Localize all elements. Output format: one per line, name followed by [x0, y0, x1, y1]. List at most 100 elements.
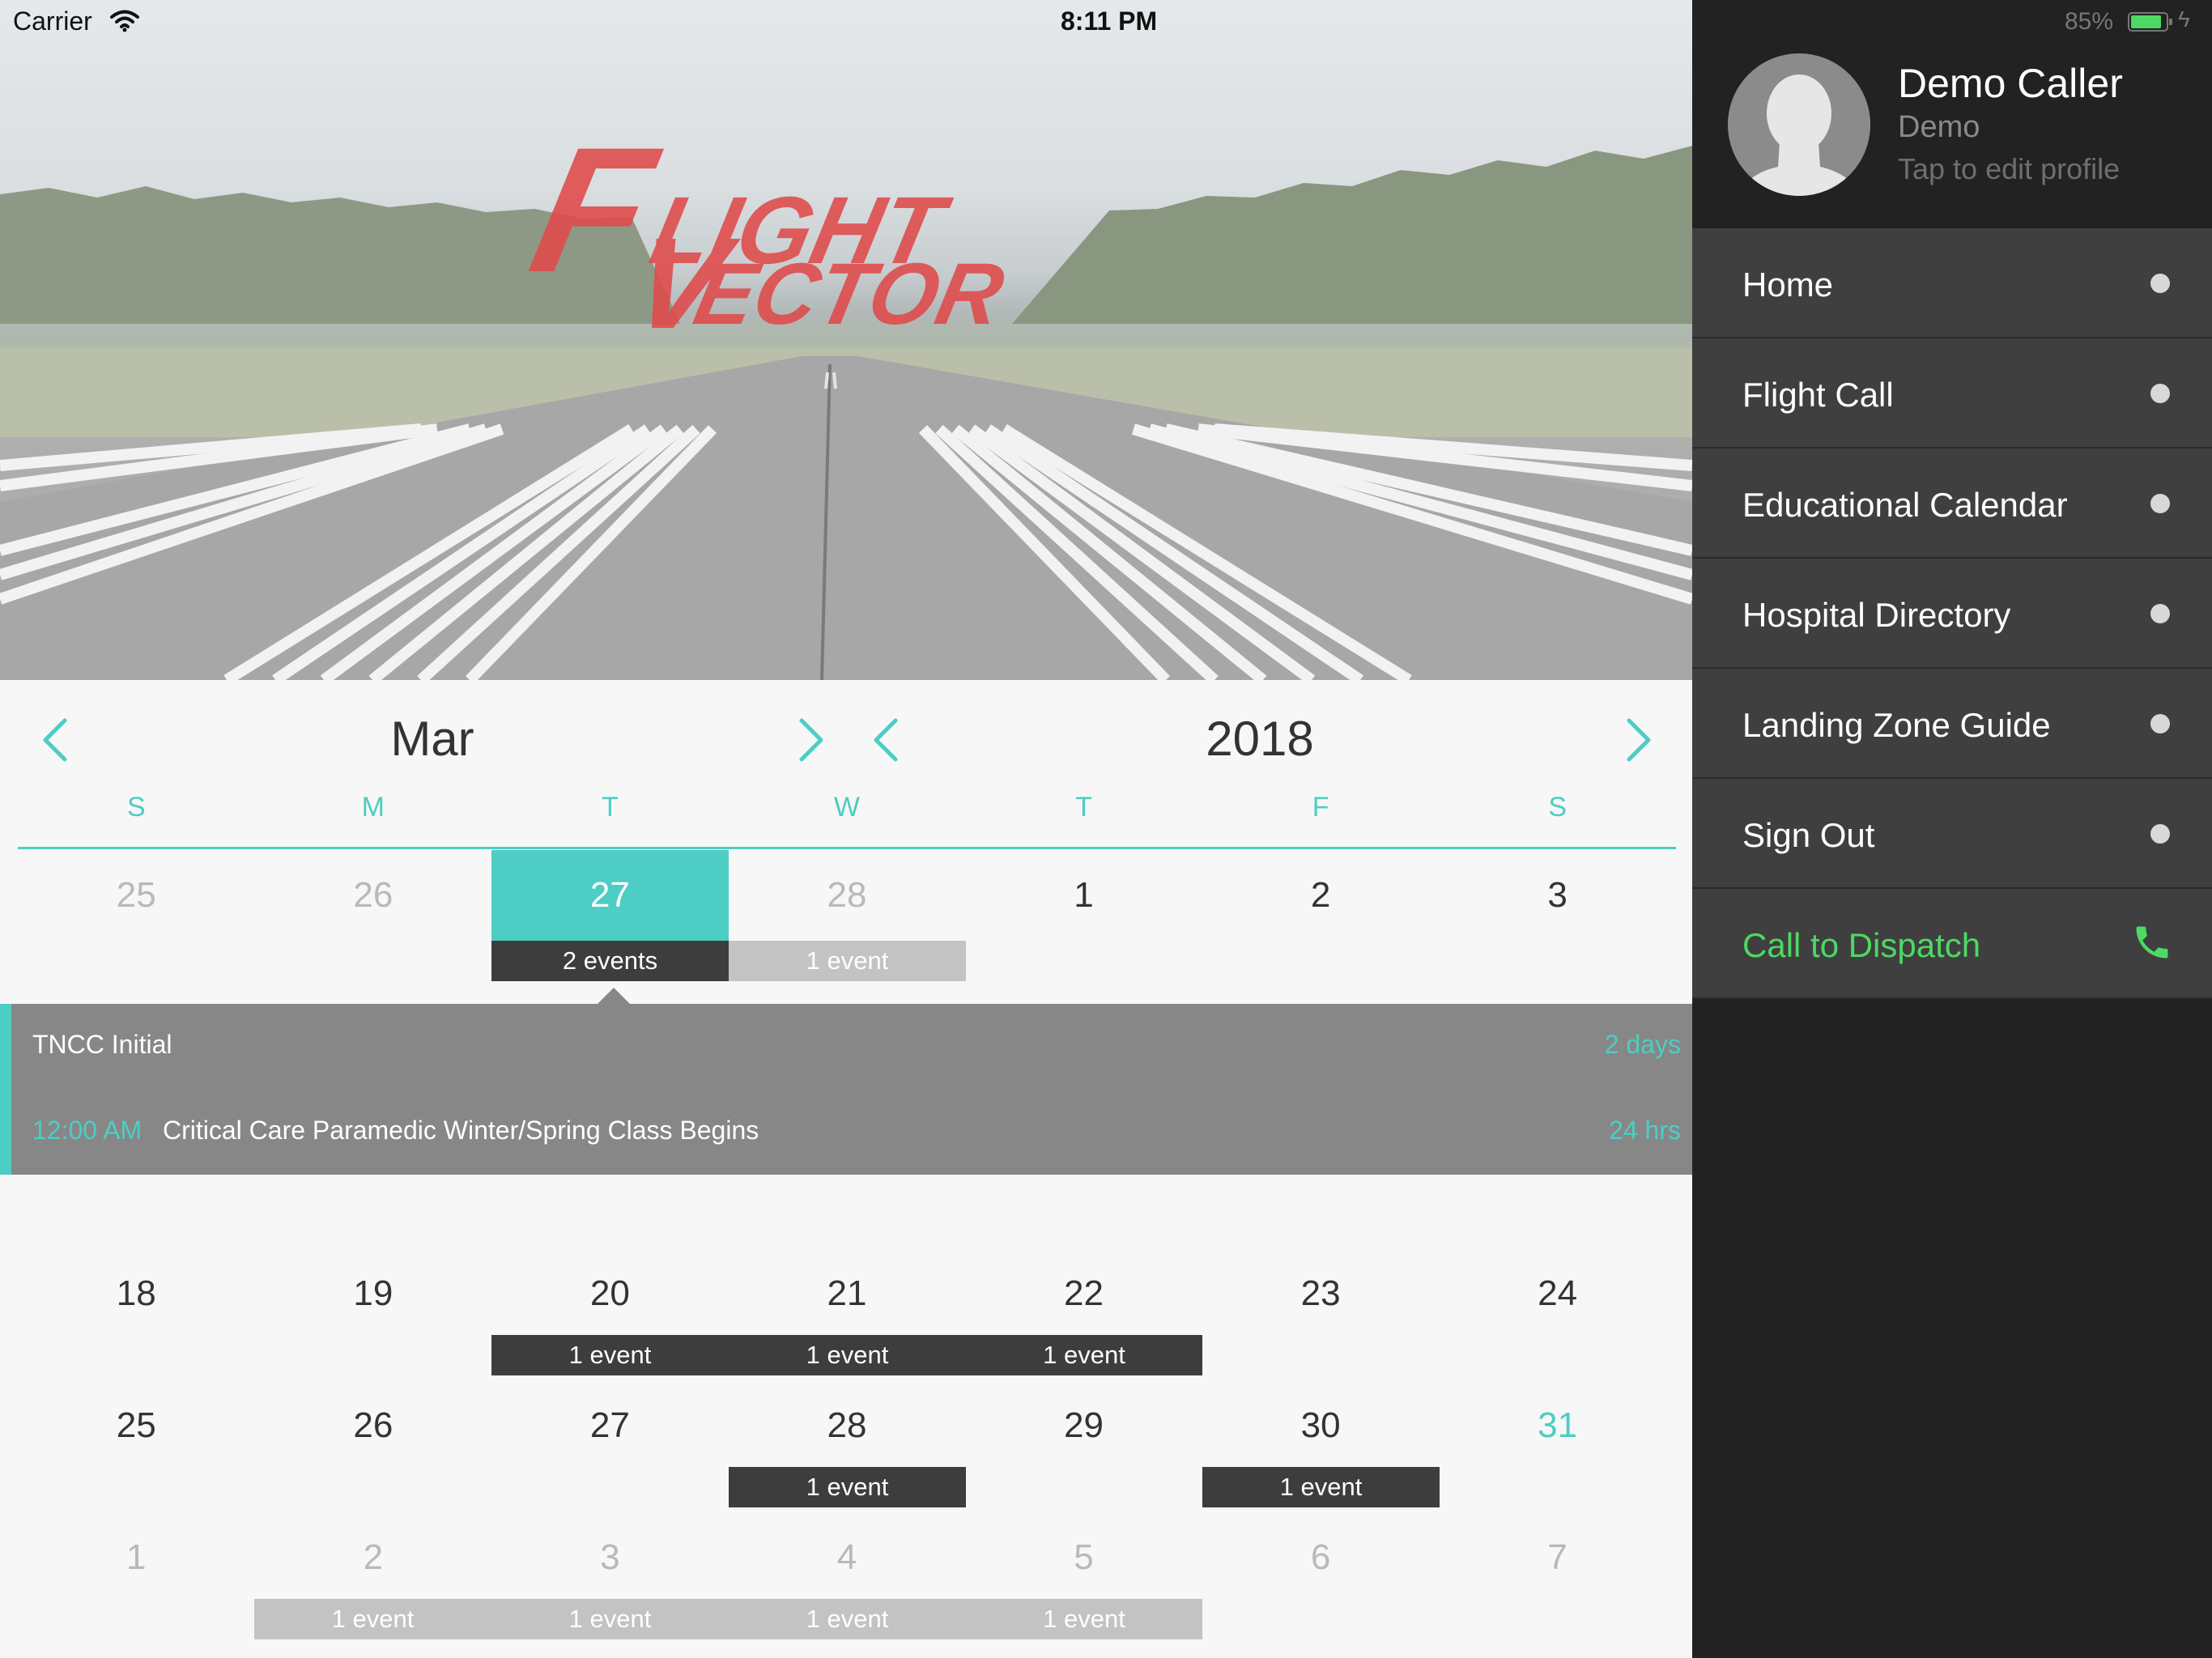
avatar	[1728, 53, 1870, 196]
event-item[interactable]: 12:00 AM Critical Care Paramedic Winter/…	[11, 1090, 1692, 1171]
menu-item-hospital-directory[interactable]: Hospital Directory	[1692, 559, 2212, 669]
calendar-day[interactable]: 1	[965, 850, 1202, 941]
event-count-badge[interactable]: 1 event	[729, 1335, 966, 1375]
edit-profile-hint: Tap to edit profile	[1898, 152, 2121, 185]
calendar-day[interactable]: 22	[965, 1261, 1202, 1334]
event-count-badge[interactable]: 1 event	[729, 1467, 966, 1507]
calendar-day[interactable]: 26	[255, 1393, 492, 1466]
event-count-badge[interactable]: 1 event	[966, 1599, 1202, 1639]
event-duration: 24 hrs	[1609, 1116, 1681, 1145]
event-duration: 2 days	[1604, 1030, 1681, 1059]
phone-icon	[2131, 921, 2173, 967]
battery-level-fill	[2131, 15, 2161, 28]
calendar-day[interactable]: 7	[1439, 1525, 1676, 1598]
calendar-day[interactable]: 29	[965, 1393, 1202, 1466]
calendar-day[interactable]: 24	[1439, 1261, 1676, 1334]
wifi-icon	[110, 10, 139, 36]
weekday-header: S M T W T F S	[18, 792, 1676, 831]
calendar-day[interactable]: 21	[729, 1261, 966, 1334]
chevron-left-icon	[43, 718, 67, 762]
event-count-badge[interactable]: 1 event	[491, 1335, 729, 1375]
event-count-badge[interactable]: 1 event	[491, 1599, 729, 1639]
calendar-day[interactable]: 1	[18, 1525, 255, 1598]
clock-label: 8:11 PM	[1061, 6, 1158, 36]
chevron-left-icon	[874, 718, 898, 762]
menu-item-label: Sign Out	[1742, 816, 1875, 854]
weekday-label: W	[833, 792, 861, 823]
calendar-day[interactable]: 30	[1202, 1393, 1440, 1466]
calendar-day[interactable]: 28	[729, 1393, 966, 1466]
calendar-week-2: 18 19 20 21 22 23 24	[18, 1261, 1676, 1334]
calendar-day[interactable]: 3	[1439, 850, 1676, 941]
event-list-panel: TNCC Initial 2 days 12:00 AM Critical Ca…	[0, 1004, 1692, 1175]
battery-percent: 85%	[2065, 8, 2114, 35]
event-count-badge[interactable]: 1 event	[729, 941, 966, 981]
weekday-label: M	[361, 792, 385, 823]
side-menu: Demo Caller Demo Tap to edit profile Hom…	[1692, 0, 2212, 1658]
event-count-badge[interactable]: 1 event	[729, 1599, 966, 1639]
calendar-day[interactable]: 19	[255, 1261, 492, 1334]
bullet-icon	[2150, 824, 2170, 844]
prev-month-button[interactable]	[39, 716, 74, 764]
menu-item-label: Educational Calendar	[1742, 486, 2068, 524]
menu-item-educational-calendar[interactable]: Educational Calendar	[1692, 449, 2212, 559]
profile-role: Demo	[1898, 110, 1980, 144]
calendar-day[interactable]: 5	[965, 1525, 1202, 1598]
charging-icon: ϟ	[2178, 6, 2190, 32]
prev-year-button[interactable]	[870, 716, 905, 764]
weekday-label: T	[1075, 792, 1092, 823]
calendar-day[interactable]: 27	[491, 1393, 729, 1466]
next-year-button[interactable]	[1619, 716, 1655, 764]
menu-item-flight-call[interactable]: Flight Call	[1692, 338, 2212, 449]
calendar-day[interactable]: 18	[18, 1261, 255, 1334]
call-to-dispatch-button[interactable]: Call to Dispatch	[1692, 889, 2212, 999]
event-time: 12:00 AM	[32, 1116, 143, 1145]
event-count-badge[interactable]: 1 event	[1202, 1467, 1440, 1507]
menu-item-label: Hospital Directory	[1742, 596, 2011, 634]
calendar-day[interactable]: 20	[491, 1261, 729, 1334]
weekday-label: S	[1548, 792, 1567, 823]
calendar-day-selected[interactable]: 27	[491, 850, 729, 941]
calendar-day[interactable]: 6	[1202, 1525, 1440, 1598]
runway-image: F LIGHT V ECTOR	[0, 0, 1692, 680]
event-count-badge[interactable]: 2 events	[491, 941, 729, 981]
user-silhouette-icon	[1728, 53, 1870, 196]
calendar-day[interactable]: 26	[255, 850, 492, 941]
event-count-badge[interactable]: 1 event	[254, 1599, 491, 1639]
menu-item-home[interactable]: Home	[1692, 228, 2212, 338]
bullet-icon	[2150, 384, 2170, 403]
month-label: Mar	[390, 712, 474, 766]
calendar-week-3: 25 26 27 28 29 30 31	[18, 1393, 1676, 1466]
event-count-badge[interactable]: 1 event	[966, 1335, 1202, 1375]
calendar-day[interactable]: 28	[729, 850, 966, 941]
bullet-icon	[2150, 604, 2170, 623]
menu-list: Home Flight Call Educational Calendar Ho…	[1692, 228, 2212, 999]
calendar-day[interactable]: 23	[1202, 1261, 1440, 1334]
weekday-label: S	[126, 792, 146, 823]
next-month-button[interactable]	[792, 716, 827, 764]
calendar-day[interactable]: 3	[491, 1525, 729, 1598]
calendar-day[interactable]: 2	[255, 1525, 492, 1598]
calendar-day[interactable]: 25	[18, 850, 255, 941]
menu-item-sign-out[interactable]: Sign Out	[1692, 779, 2212, 889]
bullet-icon	[2150, 274, 2170, 293]
calendar-week-4: 1 2 3 4 5 6 7	[18, 1525, 1676, 1598]
weekday-divider	[18, 847, 1676, 849]
event-panel-pointer	[598, 988, 630, 1004]
event-title: TNCC Initial	[32, 1030, 172, 1059]
menu-item-label: Call to Dispatch	[1742, 926, 1981, 964]
menu-item-landing-zone-guide[interactable]: Landing Zone Guide	[1692, 669, 2212, 779]
calendar-day[interactable]: 25	[18, 1393, 255, 1466]
calendar-week-1: 25 26 27 28 1 2 3	[18, 850, 1676, 941]
weekday-label: T	[602, 792, 619, 823]
menu-item-label: Flight Call	[1742, 376, 1894, 414]
calendar-day[interactable]: 2	[1202, 850, 1440, 941]
bullet-icon	[2150, 714, 2170, 733]
status-bar: Carrier 8:11 PM 85% ϟ	[0, 0, 2212, 45]
event-item[interactable]: TNCC Initial 2 days	[11, 1004, 1692, 1085]
battery-icon	[2128, 12, 2172, 32]
calendar-day-today[interactable]: 31	[1439, 1393, 1676, 1466]
calendar-day[interactable]: 4	[729, 1525, 966, 1598]
event-title: Critical Care Paramedic Winter/Spring Cl…	[163, 1116, 759, 1145]
profile-name: Demo Caller	[1898, 61, 2123, 106]
